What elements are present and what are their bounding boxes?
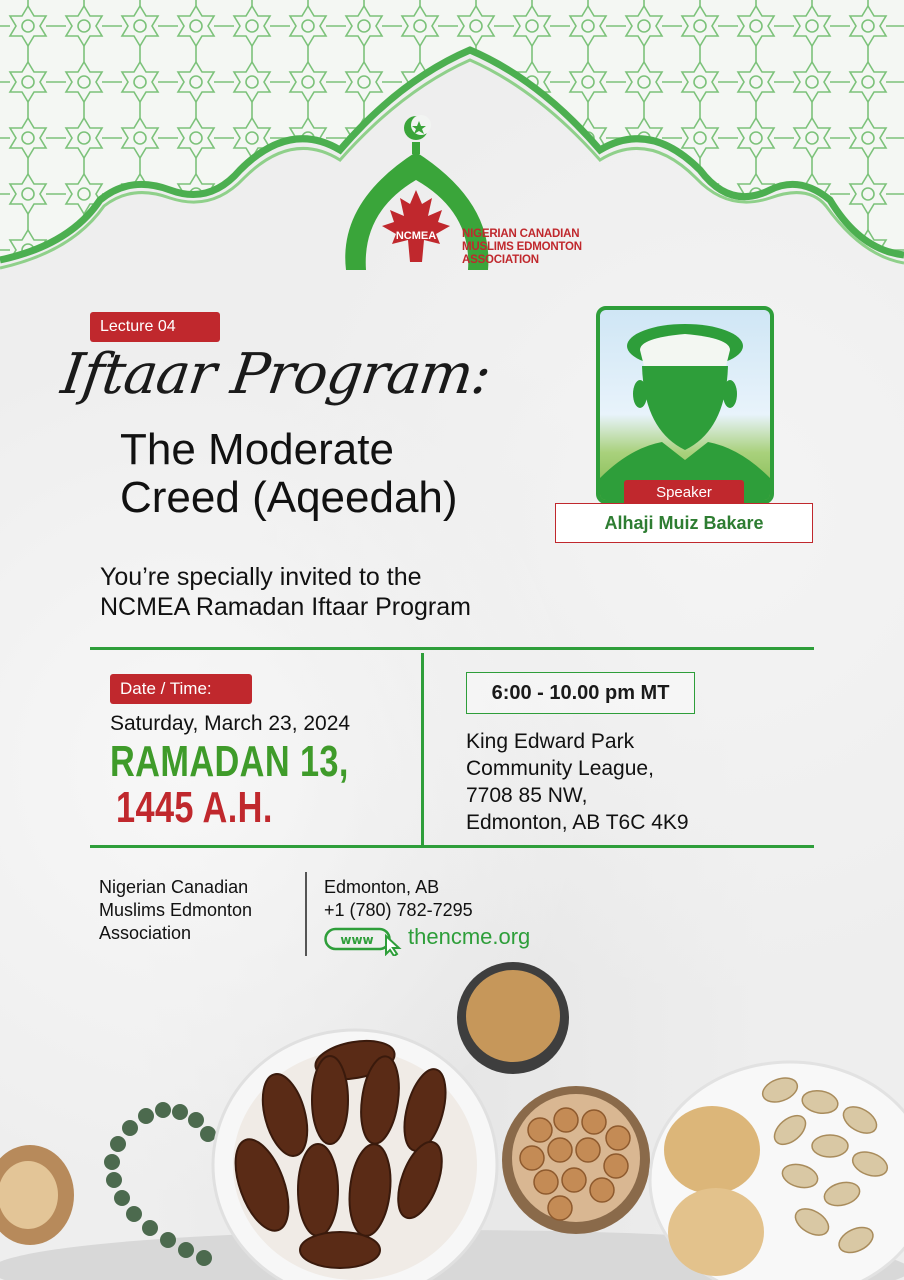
venue-line3: 7708 85 NW, <box>466 784 588 807</box>
logo-abbreviation: NCMEA <box>395 230 437 242</box>
figs-pistachio-bowl-icon <box>648 1060 904 1280</box>
event-venue: King Edward Park Community League, 7708 … <box>466 728 766 836</box>
contact-phone: +1 (780) 782-7295 <box>324 900 473 920</box>
iftar-food-illustration <box>0 962 904 1280</box>
lecture-title: The Moderate Creed (Aqeedah) <box>120 426 560 522</box>
hazelnut-bowl-icon <box>502 1086 650 1234</box>
hijri-date-line1: RAMADAN 13, <box>110 737 349 786</box>
event-date: Saturday, March 23, 2024 <box>110 712 351 735</box>
speaker-name: Alhaji Muiz Bakare <box>555 503 813 543</box>
www-icon-text: www <box>340 933 373 947</box>
lecture-title-line2: Creed (Aqeedah) <box>120 473 458 522</box>
org-line1: Nigerian Canadian <box>99 877 249 897</box>
event-time: 6:00 - 10.00 pm MT <box>466 672 695 714</box>
divider-bottom <box>90 845 814 848</box>
walnut-icon <box>0 1145 74 1245</box>
venue-line4: Edmonton, AB T6C 4K9 <box>466 811 689 834</box>
contact-divider <box>305 872 307 956</box>
lecture-title-line1: The Moderate <box>120 425 394 474</box>
divider-top <box>90 647 814 650</box>
date-time-badge: Date / Time: <box>110 674 252 704</box>
venue-line2: Community League, <box>466 757 654 780</box>
divider-vertical <box>421 653 424 845</box>
venue-line1: King Edward Park <box>466 730 635 753</box>
org-line3: Association <box>99 923 192 943</box>
invitation-line1: You’re specially invited to the <box>100 563 422 591</box>
sugar-bowl-icon <box>457 962 569 1074</box>
speaker-photo <box>596 306 774 504</box>
invitation-text: You’re specially invited to the NCMEA Ra… <box>100 562 620 622</box>
script-title: Iftaar Program: <box>57 342 495 407</box>
organization-name: Nigerian Canadian Muslims Edmonton Assoc… <box>99 876 299 945</box>
contact-city: Edmonton, AB <box>324 877 440 897</box>
logo-organization-name: NIGERIAN CANADIAN MUSLIMS EDMONTON ASSOC… <box>462 228 582 266</box>
invitation-line2: NCMEA Ramadan Iftaar Program <box>100 593 471 621</box>
lecture-badge: Lecture 04 <box>90 312 220 342</box>
hijri-date-line2: 1445 A.H. <box>116 783 273 832</box>
org-line2: Muslims Edmonton <box>99 900 253 920</box>
speaker-silhouette-icon <box>600 324 770 500</box>
dates-bowl-icon <box>211 1028 499 1280</box>
contact-info: Edmonton, AB +1 (780) 782-7295 <box>324 876 564 922</box>
website-link[interactable]: thencme.org <box>408 924 530 950</box>
